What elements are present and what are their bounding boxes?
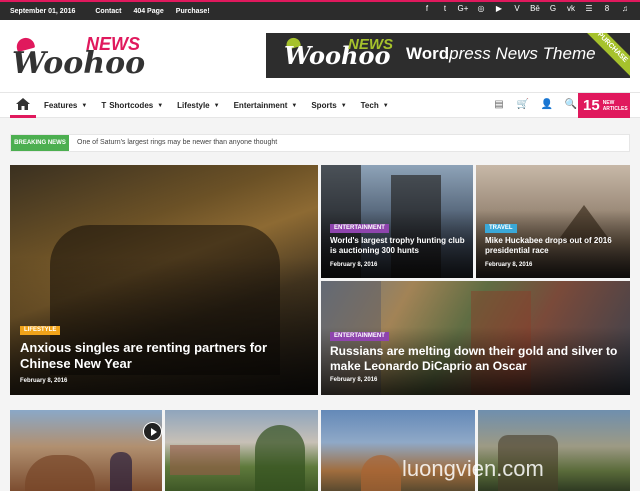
featured-article-2[interactable]: ENTERTAINMENT World's largest trophy hun… [321, 165, 473, 278]
cart-icon[interactable]: 🛒 [511, 99, 535, 110]
top-bar: September 01, 2016 Contact 404 Page Purc… [0, 0, 640, 20]
nav-item-sports[interactable]: Sports ▼ [311, 101, 346, 110]
category-badge[interactable]: LIFESTYLE [20, 326, 61, 335]
article-title[interactable]: Mike Huckabee drops out of 2016 presiden… [485, 236, 625, 256]
article-title[interactable]: World's largest trophy hunting club is a… [330, 236, 470, 256]
current-date: September 01, 2016 [10, 7, 76, 15]
home-icon [16, 98, 30, 110]
article-title[interactable]: Russians are melting down their gold and… [330, 344, 620, 374]
article-date: February 8, 2016 [485, 262, 533, 268]
category-badge[interactable]: ENTERTAINMENT [330, 224, 389, 233]
ad-banner[interactable]: Woohoo NEWS Wordpress News Theme PURCHAS… [266, 33, 630, 78]
vimeo-icon[interactable]: V [508, 4, 526, 13]
banner-logo-accent: NEWS [348, 36, 393, 53]
breaking-news-bar: BREAKING NEWS One of Saturn's largest ri… [10, 134, 630, 152]
contact-link[interactable]: Contact [95, 8, 121, 15]
news-icon[interactable]: ▤ [487, 99, 511, 110]
article-title[interactable]: Anxious singles are renting partners for… [20, 340, 310, 372]
watermark: luongvien.com [402, 456, 544, 481]
article-thumb-1[interactable] [10, 410, 162, 491]
caret-down-icon: ▼ [382, 102, 389, 109]
video-play-icon[interactable] [143, 422, 162, 441]
top-links: Contact 404 Page Purchase! [95, 8, 221, 15]
youtube-icon[interactable]: ▶ [490, 4, 508, 13]
purchase-link[interactable]: Purchase! [176, 8, 210, 15]
shortcodes-icon: T [101, 101, 107, 110]
nav-item-entertainment[interactable]: Entertainment ▼ [234, 101, 298, 110]
caret-down-icon: ▼ [291, 102, 298, 109]
home-button[interactable] [10, 93, 36, 118]
caret-down-icon: ▼ [157, 102, 164, 109]
vk-icon[interactable]: vk [562, 4, 580, 13]
facebook-icon[interactable]: f [418, 4, 436, 13]
nav-tools: ▤ 🛒 👤 🔍 [487, 99, 583, 110]
main-nav: Features ▼ T Shortcodes ▼ Lifestyle ▼ Entert… [0, 92, 640, 118]
featured-article-3[interactable]: TRAVEL Mike Huckabee drops out of 2016 p… [476, 165, 630, 278]
dribbble-icon[interactable]: ◎ [472, 4, 490, 13]
new-articles-badge[interactable]: 15 NEW ARTICLES [578, 93, 630, 118]
article-date: February 8, 2016 [330, 377, 378, 383]
404-page-link[interactable]: 404 Page [133, 8, 163, 15]
caret-down-icon: ▼ [81, 102, 88, 109]
nav-item-lifestyle[interactable]: Lifestyle ▼ [177, 101, 219, 110]
google-icon[interactable]: G [544, 4, 562, 13]
nav-item-shortcodes[interactable]: T Shortcodes ▼ [101, 101, 163, 110]
featured-article-4[interactable]: ENTERTAINMENT Russians are melting down … [321, 281, 630, 395]
featured-article-main[interactable]: LIFESTYLE Anxious singles are renting pa… [10, 165, 318, 395]
site-header: Woohoo NEWS Woohoo NEWS Wordpress News T… [0, 20, 640, 92]
breaking-news-label: BREAKING NEWS [11, 135, 69, 151]
caret-down-icon: ▼ [340, 102, 347, 109]
site-logo[interactable]: Woohoo NEWS [12, 34, 145, 84]
google-plus-icon[interactable]: G+ [454, 4, 472, 13]
breaking-news-headline[interactable]: One of Saturn's largest rings may be new… [77, 135, 277, 151]
new-articles-label: NEW ARTICLES [602, 99, 628, 112]
caret-down-icon: ▼ [213, 102, 220, 109]
article-thumb-2[interactable] [165, 410, 318, 491]
nav-item-features[interactable]: Features ▼ [44, 101, 87, 110]
category-badge[interactable]: ENTERTAINMENT [330, 332, 389, 341]
spotify-icon[interactable]: ♫ [616, 4, 634, 13]
category-badge[interactable]: TRAVEL [485, 224, 517, 233]
banner-tagline: Wordpress News Theme [406, 44, 596, 63]
article-date: February 8, 2016 [20, 378, 68, 384]
nav-item-tech[interactable]: Tech ▼ [361, 101, 389, 110]
behance-icon[interactable]: Bē [526, 4, 544, 13]
article-date: February 8, 2016 [330, 262, 378, 268]
social-icons: f t G+ ◎ ▶ V Bē G vk ☰ 8 ♫ [418, 4, 634, 13]
twitter-icon[interactable]: t [436, 4, 454, 13]
nav-items: Features ▼ T Shortcodes ▼ Lifestyle ▼ Entert… [44, 93, 403, 118]
logo-accent: NEWS [86, 34, 140, 54]
user-icon[interactable]: 👤 [535, 99, 559, 110]
new-articles-count: 15 [583, 97, 600, 114]
stack-icon[interactable]: ☰ [580, 4, 598, 13]
odnoklassniki-icon[interactable]: 8 [598, 4, 616, 13]
